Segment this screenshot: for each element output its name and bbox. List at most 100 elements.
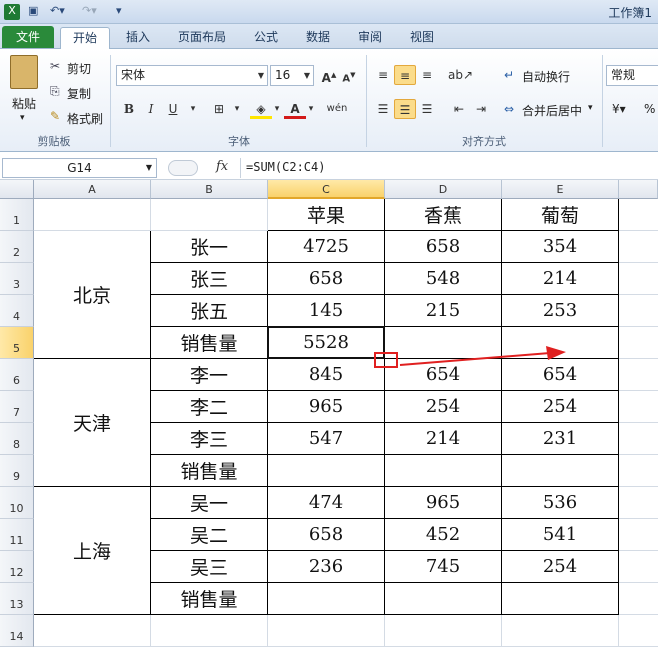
grow-font-icon[interactable]: A▲: [318, 65, 340, 85]
customize-quick-access-icon[interactable]: ▾: [116, 4, 122, 20]
undo-icon[interactable]: ↶▾: [50, 4, 65, 20]
person-name-cell[interactable]: 张三: [151, 263, 268, 295]
row-header-6[interactable]: 6: [0, 359, 34, 391]
sales-total-label[interactable]: 销售量: [151, 583, 268, 615]
percent-button[interactable]: %: [644, 102, 655, 116]
value-cell[interactable]: 215: [385, 295, 502, 327]
value-cell[interactable]: 231: [502, 423, 619, 455]
row-header-2[interactable]: 2: [0, 231, 34, 263]
value-cell[interactable]: [502, 455, 619, 487]
column-header-c[interactable]: C: [268, 180, 385, 199]
value-cell[interactable]: 253: [502, 295, 619, 327]
increase-indent-icon[interactable]: ⇥: [470, 99, 492, 119]
value-cell[interactable]: [268, 583, 385, 615]
italic-button[interactable]: I: [140, 99, 162, 119]
save-icon[interactable]: ▣: [28, 4, 38, 20]
value-cell[interactable]: 254: [502, 551, 619, 583]
value-cell[interactable]: 452: [385, 519, 502, 551]
value-cell[interactable]: 474: [268, 487, 385, 519]
currency-icon[interactable]: ¥▾: [612, 102, 626, 116]
value-cell[interactable]: 548: [385, 263, 502, 295]
shrink-font-icon[interactable]: A▼: [338, 65, 360, 85]
value-cell[interactable]: [385, 455, 502, 487]
orientation-icon[interactable]: ab↗: [448, 65, 473, 85]
number-format-select[interactable]: 常规: [606, 65, 658, 86]
sales-total-label[interactable]: 销售量: [151, 327, 268, 359]
value-cell[interactable]: 965: [268, 391, 385, 423]
header-cell[interactable]: 苹果: [268, 199, 385, 231]
value-cell[interactable]: 745: [385, 551, 502, 583]
tab-page-layout[interactable]: 页面布局: [170, 27, 234, 49]
value-cell[interactable]: 214: [502, 263, 619, 295]
tab-home[interactable]: 开始: [60, 27, 110, 49]
value-cell[interactable]: 4725: [268, 231, 385, 263]
align-top-icon[interactable]: ≡: [372, 65, 394, 85]
format-painter-button[interactable]: 格式刷: [67, 110, 103, 127]
person-name-cell[interactable]: 张五: [151, 295, 268, 327]
row-header-11[interactable]: 11: [0, 519, 34, 551]
paste-dropdown-icon[interactable]: ▾: [20, 113, 25, 123]
phonetic-guide-icon[interactable]: wén: [326, 99, 348, 119]
value-cell[interactable]: [385, 583, 502, 615]
row-header-4[interactable]: 4: [0, 295, 34, 327]
column-header-a[interactable]: A: [34, 180, 151, 199]
row-header-7[interactable]: 7: [0, 391, 34, 423]
redo-icon[interactable]: ↷▾: [82, 4, 97, 20]
value-cell[interactable]: 965: [385, 487, 502, 519]
format-painter-icon[interactable]: ✎: [50, 109, 60, 123]
merge-center-button[interactable]: 合并后居中: [522, 102, 582, 119]
copy-icon[interactable]: ⎘: [50, 84, 60, 99]
align-center-icon[interactable]: ☰: [394, 99, 416, 119]
tab-file[interactable]: 文件: [2, 26, 54, 48]
align-right-icon[interactable]: ☰: [416, 99, 438, 119]
row-header-1[interactable]: 1: [0, 199, 34, 231]
person-name-cell[interactable]: 吴一: [151, 487, 268, 519]
value-cell[interactable]: 845: [268, 359, 385, 391]
value-cell[interactable]: 654: [385, 359, 502, 391]
value-cell[interactable]: 658: [268, 263, 385, 295]
underline-dropdown-icon[interactable]: ▾: [182, 99, 204, 119]
borders-dropdown-icon[interactable]: ▾: [226, 99, 248, 119]
person-name-cell[interactable]: 李一: [151, 359, 268, 391]
align-bottom-icon[interactable]: ≡: [416, 65, 438, 85]
name-box[interactable]: G14 ▼: [2, 158, 157, 178]
value-cell[interactable]: 254: [385, 391, 502, 423]
value-cell[interactable]: 145: [268, 295, 385, 327]
formula-input[interactable]: =SUM(C2:C4): [246, 160, 325, 174]
person-name-cell[interactable]: 李三: [151, 423, 268, 455]
paste-icon[interactable]: [10, 55, 38, 89]
person-name-cell[interactable]: 吴三: [151, 551, 268, 583]
value-cell[interactable]: [502, 327, 619, 359]
insert-function-button[interactable]: fx: [216, 159, 228, 174]
underline-button[interactable]: U: [162, 99, 184, 119]
font-name-select[interactable]: 宋体 ▼: [116, 65, 268, 86]
person-name-cell[interactable]: 吴二: [151, 519, 268, 551]
row-header-13[interactable]: 13: [0, 583, 34, 615]
value-cell[interactable]: [502, 583, 619, 615]
formula-bar-resize-handle[interactable]: [168, 160, 198, 176]
city-cell[interactable]: 天津: [34, 359, 151, 487]
wrap-text-icon[interactable]: ↵: [504, 68, 514, 82]
person-name-cell[interactable]: 李二: [151, 391, 268, 423]
sales-total-label[interactable]: 销售量: [151, 455, 268, 487]
column-header-f[interactable]: [619, 180, 658, 199]
tab-view[interactable]: 视图: [402, 27, 442, 49]
row-header-8[interactable]: 8: [0, 423, 34, 455]
row-header-9[interactable]: 9: [0, 455, 34, 487]
value-cell[interactable]: 254: [502, 391, 619, 423]
value-cell[interactable]: [268, 455, 385, 487]
tab-insert[interactable]: 插入: [118, 27, 158, 49]
value-cell[interactable]: 236: [268, 551, 385, 583]
value-cell[interactable]: 536: [502, 487, 619, 519]
value-cell[interactable]: 541: [502, 519, 619, 551]
value-cell[interactable]: 214: [385, 423, 502, 455]
value-cell[interactable]: 654: [502, 359, 619, 391]
city-cell[interactable]: 北京: [34, 231, 151, 359]
column-header-d[interactable]: D: [385, 180, 502, 199]
font-color-dropdown-icon[interactable]: ▾: [300, 99, 322, 119]
city-cell[interactable]: 上海: [34, 487, 151, 615]
tab-review[interactable]: 审阅: [350, 27, 390, 49]
person-name-cell[interactable]: 张一: [151, 231, 268, 263]
align-left-icon[interactable]: ☰: [372, 99, 394, 119]
decrease-indent-icon[interactable]: ⇤: [448, 99, 470, 119]
